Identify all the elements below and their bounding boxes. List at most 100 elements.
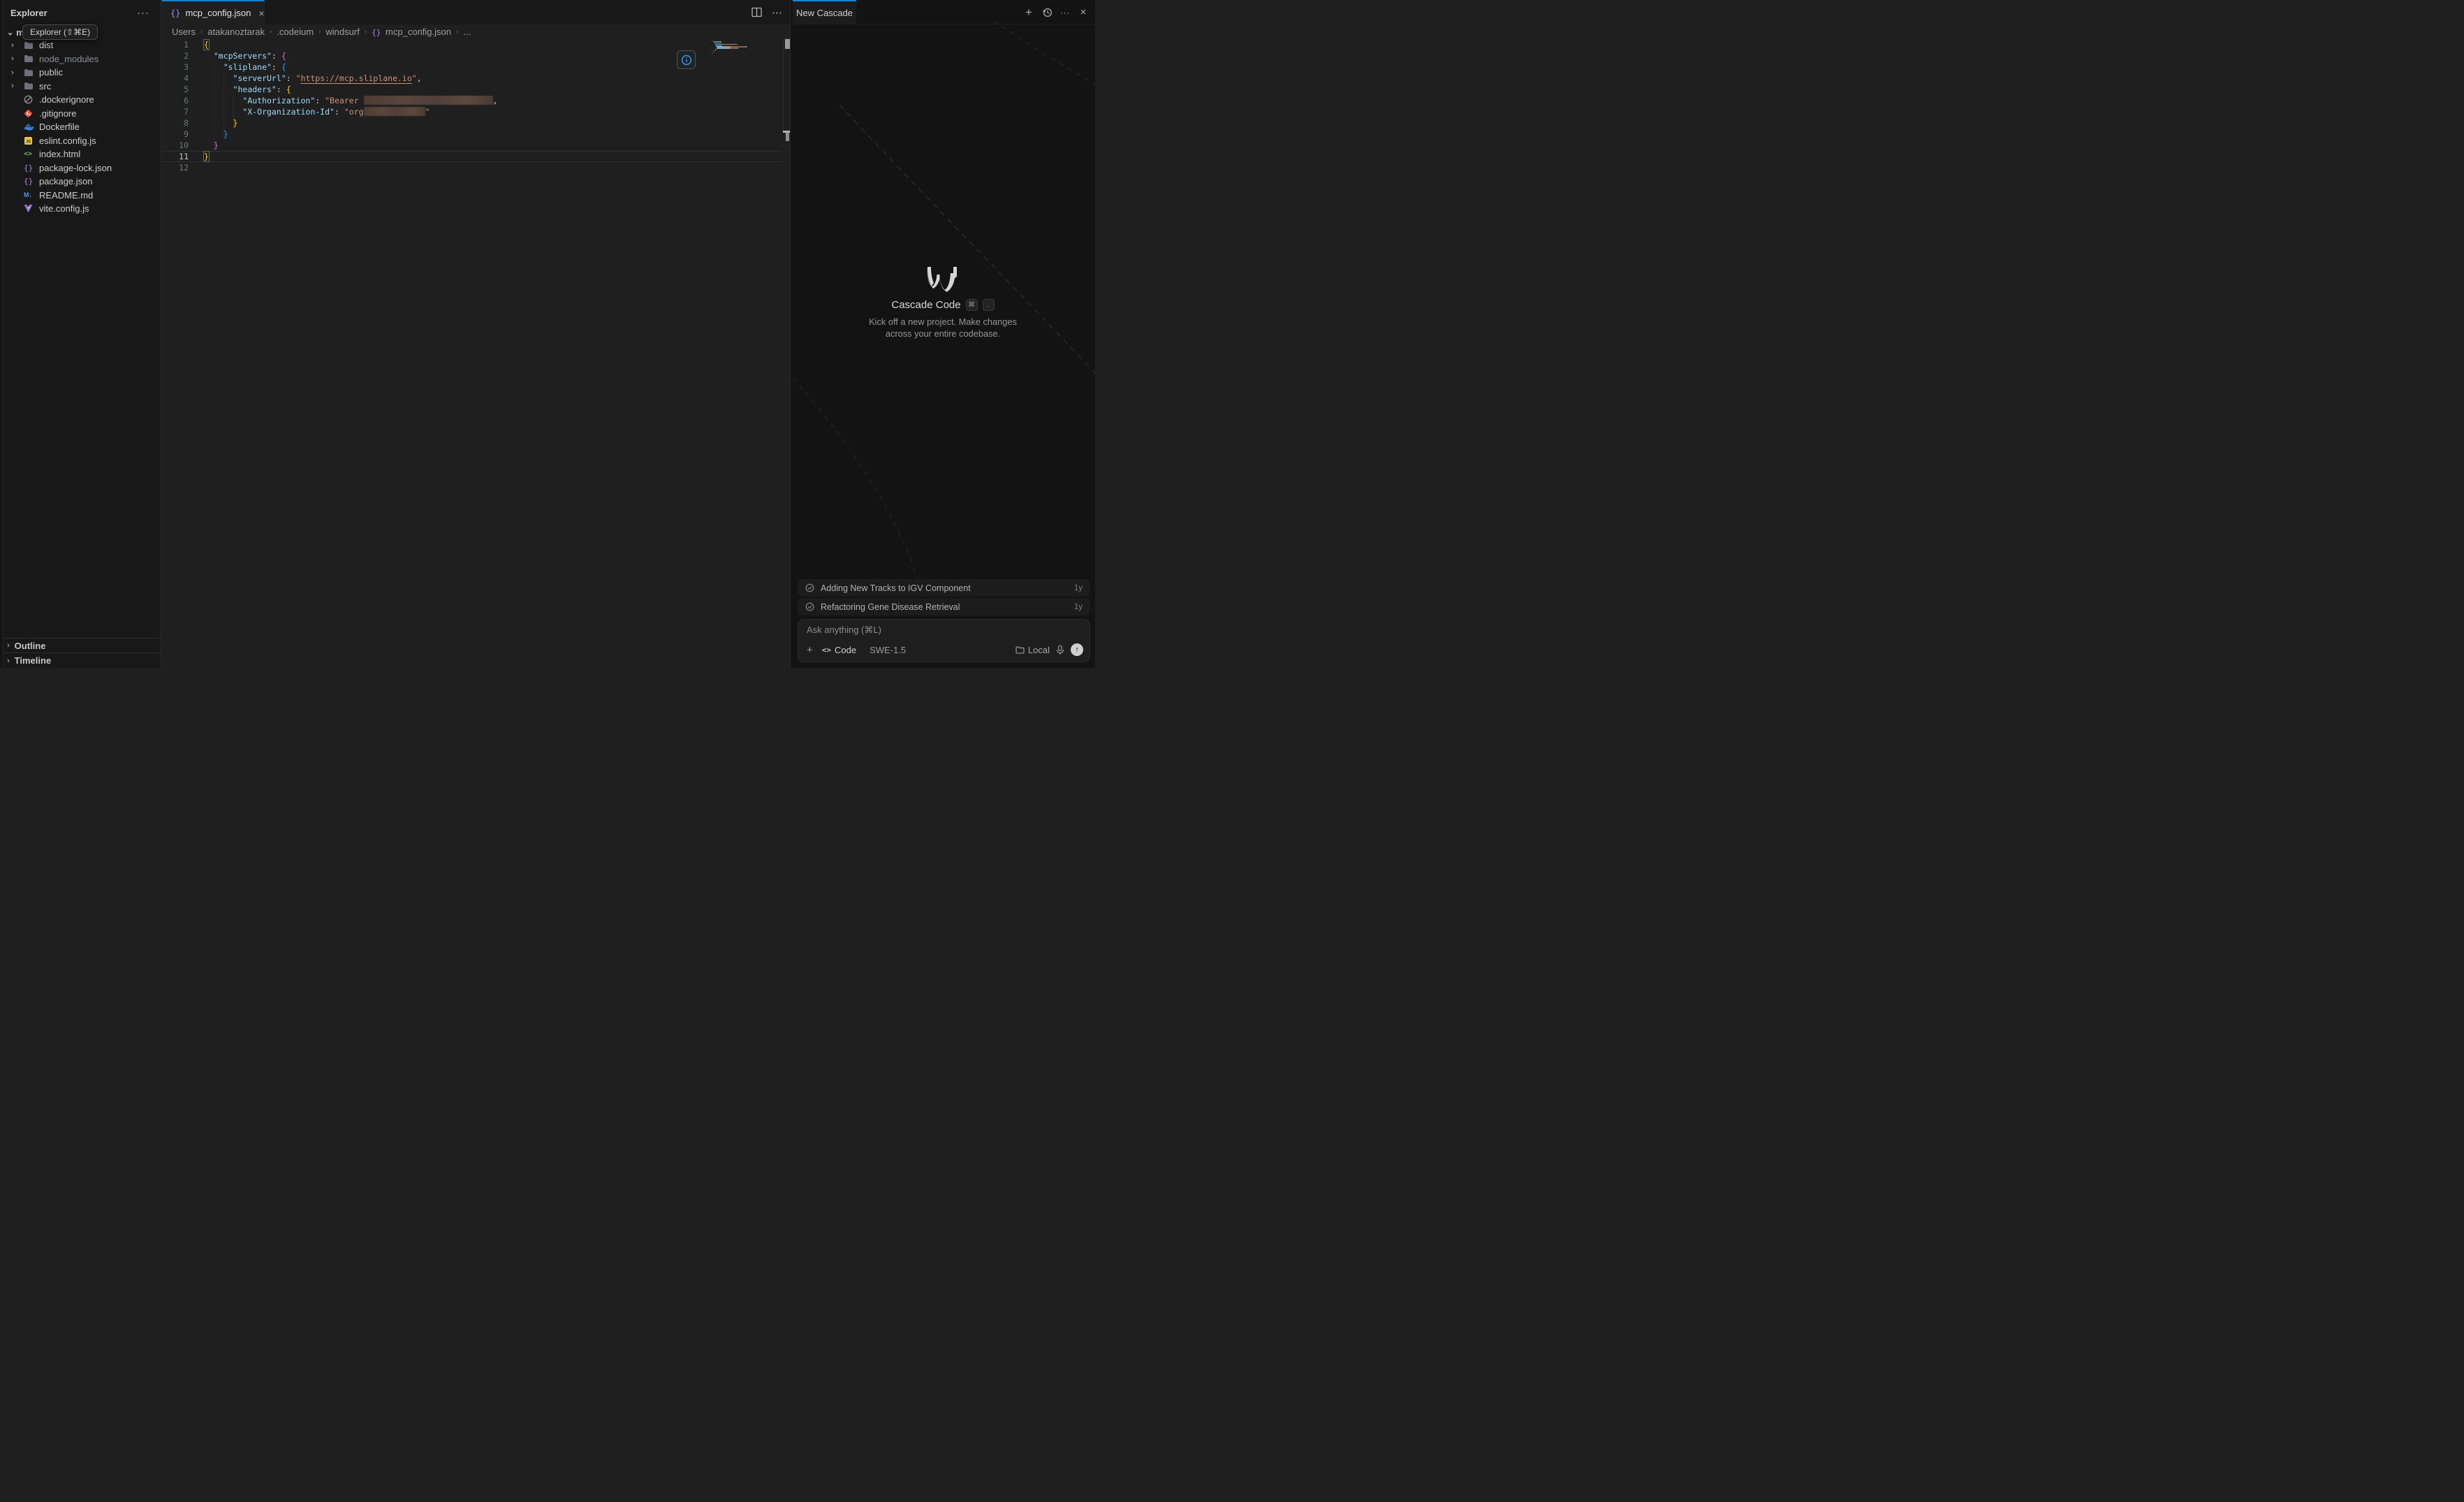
tree-item-label: eslint.config.js [39, 136, 96, 146]
code-token [204, 85, 233, 94]
code-line-9: } [204, 129, 497, 140]
tree-item-Dockerfile[interactable]: ›Dockerfile [0, 120, 161, 134]
line-number: 11 [162, 151, 189, 162]
line-number: 5 [162, 84, 189, 95]
tree-item-package.json[interactable]: ›{}package.json [0, 175, 161, 189]
code-mode-icon[interactable]: <> [822, 646, 831, 655]
hero-subtitle: Kick off a new project. Make changes acr… [863, 316, 1023, 340]
tree-item-label: node_modules [39, 54, 98, 64]
breadcrumb-separator: › [270, 28, 272, 36]
tree-item-label: package-lock.json [39, 163, 112, 173]
chat-composer[interactable]: Ask anything (⌘L) + <> Code SWE-1.5 Loca… [798, 619, 1090, 662]
code-token [204, 62, 223, 72]
editor-more-icon[interactable]: ⋯ [772, 6, 783, 19]
tree-item-README.md[interactable]: ›M↓README.md [0, 189, 161, 203]
code-token: "serverUrl" [233, 73, 286, 83]
history-icon[interactable] [1041, 7, 1053, 18]
check-circle-icon [805, 583, 814, 592]
code-token [204, 118, 233, 128]
editor-tab-bar: {} mcp_config.json × ⋯ [162, 0, 790, 24]
code-editor[interactable]: { "mcpServers": { "sliplane": { "serverU… [204, 39, 497, 173]
chevron-right-icon: › [7, 657, 10, 665]
tab-close-icon[interactable]: × [258, 8, 264, 19]
code-token: } [204, 152, 209, 161]
code-token: } [214, 140, 219, 150]
breadcrumb-item--[interactable]: ... [463, 27, 471, 37]
send-button[interactable]: ↑ [1071, 643, 1083, 656]
keycap-cmd: ⌘ [966, 299, 978, 311]
code-line-2: "mcpServers": { [204, 50, 497, 61]
js-icon: JS [24, 136, 38, 145]
conversation-item[interactable]: Adding New Tracks to IGV Component1y [798, 579, 1090, 597]
tree-item-index.html[interactable]: ›<>index.html [0, 147, 161, 161]
location-selector[interactable]: Local [1015, 645, 1050, 655]
tab-new-cascade[interactable]: New Cascade [793, 0, 856, 24]
conversation-item[interactable]: Refactoring Gene Disease Retrieval 1y [798, 598, 1090, 615]
tree-item-public[interactable]: ›public [0, 66, 161, 80]
breadcrumb-item-windsurf[interactable]: windsurf [325, 27, 359, 37]
code-token: " [425, 107, 430, 117]
code-token: : [277, 85, 286, 94]
explorer-more-icon[interactable]: ··· [137, 7, 154, 19]
scrollbar-thumb[interactable] [785, 39, 790, 49]
mode-selector[interactable]: Code [835, 645, 856, 655]
code-token: { [281, 51, 286, 61]
breadcrumb-item-atakanoztarak[interactable]: atakanoztarak [207, 27, 265, 37]
outline-label: Outline [15, 641, 46, 651]
check-circle-icon [805, 602, 814, 611]
tab-mcp-config[interactable]: {} mcp_config.json × [162, 0, 265, 24]
code-line-7: "X-Organization-Id": "org" [204, 106, 497, 117]
info-icon [681, 54, 692, 66]
docker-icon [24, 123, 38, 131]
tree-item-dist[interactable]: ›dist [0, 38, 161, 52]
conversation-title: Refactoring Gene Disease Retrieval [821, 602, 960, 612]
cascade-more-icon[interactable]: ··· [1059, 7, 1071, 18]
minimap[interactable] [712, 40, 755, 56]
windsurf-window: { "explorer": { "title": "Explorer", "to… [0, 0, 1095, 668]
breadcrumb-item-mcp-config-json[interactable]: {} mcp_config.json [372, 27, 451, 37]
explorer-sidebar: Explorer ··· ⌄ m Explorer (⇧⌘E) ›dist›no… [0, 0, 161, 668]
tree-item-eslint.config.js[interactable]: ›JSeslint.config.js [0, 134, 161, 148]
breadcrumb-item--codeium[interactable]: .codeium [277, 27, 314, 37]
json-file-icon: {} [372, 28, 386, 37]
info-button[interactable] [677, 50, 696, 69]
split-editor-icon[interactable] [751, 7, 762, 17]
code-line-12 [204, 162, 497, 173]
html-icon: <> [24, 150, 38, 158]
line-number: 8 [162, 117, 189, 129]
composer-right-cluster: Local ↑ [1015, 643, 1083, 656]
tree-item-vite.config.js[interactable]: ›vite.config.js [0, 202, 161, 216]
tree-item-.dockerignore[interactable]: ›.dockerignore [0, 93, 161, 107]
chevron-right-icon: › [11, 54, 24, 63]
code-token: , [493, 96, 498, 105]
attach-plus-icon[interactable]: + [807, 644, 813, 656]
breadcrumb-item-Users[interactable]: Users [172, 27, 196, 37]
timeline-section[interactable]: › Timeline [0, 652, 161, 668]
tree-item-src[interactable]: ›src [0, 80, 161, 94]
mic-icon[interactable] [1056, 645, 1064, 655]
tree-item-.gitignore[interactable]: ›.gitignore [0, 107, 161, 121]
code-token: "mcpServers" [214, 51, 272, 61]
tree-item-label: Dockerfile [39, 122, 80, 132]
tree-item-package-lock.json[interactable]: ›{}package-lock.json [0, 161, 161, 175]
tree-item-node_modules[interactable]: › node_modules [0, 52, 161, 66]
code-token [204, 73, 233, 83]
code-token: : [286, 73, 296, 83]
conversation-age: 1y [1074, 603, 1083, 611]
code-line-8: } [204, 117, 497, 129]
folder-icon [24, 41, 38, 50]
conversation-list: Adding New Tracks to IGV Component1yRefa… [798, 579, 1090, 617]
window-left-edge [0, 0, 3, 668]
outline-section[interactable]: › Outline [0, 638, 161, 652]
line-number: 1 [162, 39, 189, 50]
new-cascade-icon[interactable]: + [1023, 7, 1034, 18]
cascade-close-icon[interactable]: × [1078, 7, 1089, 18]
chat-input-placeholder[interactable]: Ask anything (⌘L) [807, 625, 881, 636]
breadcrumb-separator: › [365, 28, 367, 36]
code-token [204, 140, 214, 150]
tree-item-label: .gitignore [39, 108, 76, 119]
model-selector[interactable]: SWE-1.5 [870, 645, 906, 655]
code-token [204, 129, 223, 139]
code-token: { [281, 62, 286, 72]
explorer-header: Explorer ··· [10, 6, 154, 20]
